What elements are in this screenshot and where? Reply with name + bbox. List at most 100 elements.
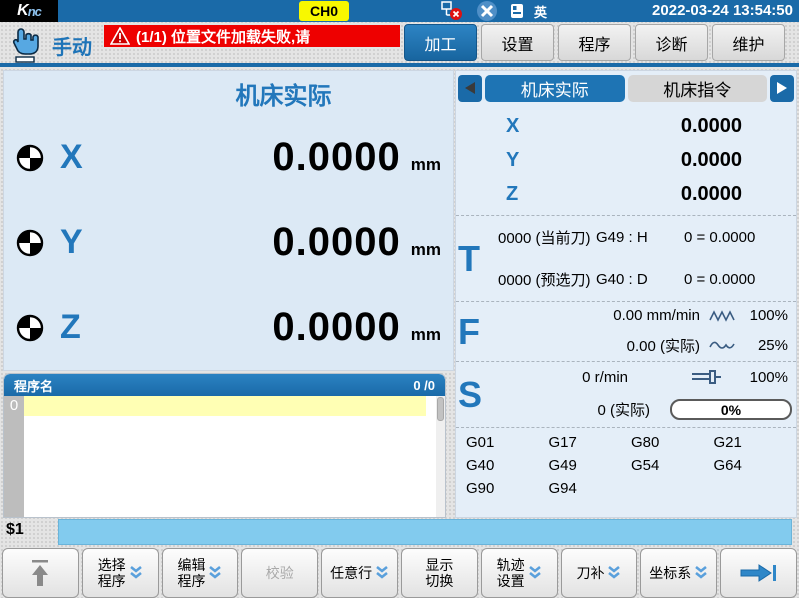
coord-axis-label: Z	[456, 183, 518, 206]
program-panel-title: 程序名	[14, 376, 53, 395]
softkey-label: 校验	[266, 565, 294, 581]
program-line-counter: 0 /0	[413, 378, 435, 393]
rapid-override-wave-icon	[709, 310, 735, 322]
mdi-input-bar[interactable]	[58, 519, 792, 545]
spindle-row-speed: 0 r/min 100%	[484, 369, 796, 386]
softkey-coord-system[interactable]: 坐标系	[640, 548, 717, 598]
axis-row-y: Y 0.0000 mm	[4, 200, 453, 285]
input-method-icon[interactable]	[510, 3, 524, 19]
tab-maintenance[interactable]: 维护	[712, 24, 785, 61]
alert-message: (1/1) 位置文件加载失败,请	[136, 26, 310, 47]
gcode: G80	[631, 434, 714, 457]
scrollbar-thumb[interactable]	[437, 397, 444, 421]
softkey-label: 选择	[98, 557, 126, 573]
softkey-select-program[interactable]: 选择程序	[82, 548, 159, 598]
feed-override-percent: 100%	[744, 307, 796, 324]
spindle-actual-value: 0 (实际)	[484, 399, 670, 420]
line-number-gutter: 0	[4, 396, 24, 517]
modal-gcode-grid: G01 G17 G80 G21 G40 G49 G54 G64 G90 G94	[456, 428, 796, 517]
softkey-return-button[interactable]	[2, 548, 79, 598]
language-indicator[interactable]: 英	[534, 2, 547, 21]
titlebar: Knc CH0 英 2022-03-24 13:54:50	[0, 0, 799, 22]
axis-letter: X	[60, 138, 106, 177]
status-panel: 机床实际 机床指令 X 0.0000 Y 0.0000 Z 0.0000 T 0…	[455, 70, 797, 518]
coord-row-y: Y 0.0000	[456, 149, 796, 172]
program-listing[interactable]: 0	[4, 396, 445, 517]
softkey-next-page[interactable]	[720, 548, 797, 598]
softkey-label: 程序	[177, 573, 205, 589]
feed-row-command: 0.00 mm/min 100%	[484, 307, 796, 324]
axis-value: 0.0000	[272, 305, 400, 350]
main-tabs: 加工 设置 程序 诊断 维护	[404, 24, 785, 61]
axis-value: 0.0000	[272, 220, 400, 265]
gcode: G21	[714, 434, 797, 457]
gcode: G90	[466, 480, 549, 503]
softkey-tool-comp[interactable]: 刀补	[561, 548, 638, 598]
coord-axis-label: Y	[456, 149, 519, 172]
brand-logo-k: K	[17, 2, 28, 20]
softkey-label: 任意行	[330, 565, 372, 581]
tab-program[interactable]: 程序	[558, 24, 631, 61]
warning-icon	[110, 27, 130, 45]
program-scrollbar[interactable]	[436, 396, 445, 517]
datetime: 2022-03-24 13:54:50	[652, 0, 793, 22]
softkey-label: 程序	[98, 573, 126, 589]
triangle-left-icon	[464, 81, 476, 95]
spindle-speed-value: 0 r/min	[484, 369, 670, 386]
coord-tabbar: 机床实际 机床指令	[456, 71, 796, 105]
tool-length-comp-value: 0 = 0.0000	[684, 229, 796, 246]
axis-unit: mm	[411, 240, 441, 260]
softkey-label: 显示	[425, 557, 453, 573]
spindle-icon	[691, 369, 723, 385]
gcode: G54	[631, 457, 714, 480]
tool-section: T 0000 (当前刀) G49 : H 0 = 0.0000 0000 (预选…	[456, 216, 796, 302]
tab-scroll-left-button[interactable]	[458, 75, 482, 102]
return-up-arrow-icon	[29, 558, 51, 588]
coord-axis-label: X	[456, 115, 519, 138]
axis-row-z: Z 0.0000 mm	[4, 285, 453, 370]
softkey-row: 选择程序 编辑程序 校验 任意行 显示切换 轨迹设置 刀补	[0, 548, 799, 598]
coord-axis-value: 0.0000	[681, 115, 796, 138]
program-panel: 程序名 0 /0 0	[3, 373, 446, 518]
preselect-tool-number: 0000 (预选刀)	[484, 269, 596, 290]
tab-machining[interactable]: 加工	[404, 24, 477, 61]
spindle-load-progressbar: 0%	[670, 399, 792, 420]
softkey-track-settings[interactable]: 轨迹设置	[481, 548, 558, 598]
tool-radius-comp-gcode: G40 : D	[596, 271, 684, 288]
double-chevron-down-icon	[694, 565, 708, 581]
alert-bar[interactable]: (1/1) 位置文件加载失败,请	[104, 25, 400, 47]
softkey-arbitrary-line[interactable]: 任意行	[321, 548, 398, 598]
softkey-edit-program[interactable]: 编辑程序	[162, 548, 239, 598]
softkey-label: 轨迹	[497, 557, 525, 573]
brand-logo-nc: nc	[28, 4, 41, 19]
softkey-verify[interactable]: 校验	[241, 548, 318, 598]
tool-radius-comp-value: 0 = 0.0000	[684, 271, 796, 288]
gcode: G94	[549, 480, 632, 503]
spindle-section: S 0 r/min 100% 0 (实际) 0%	[456, 362, 796, 428]
coord-axis-value: 0.0000	[681, 149, 796, 172]
coord-tab-machine-command[interactable]: 机床指令	[628, 75, 768, 102]
manual-mode-hand-icon	[8, 25, 44, 63]
coord-tab-machine-actual[interactable]: 机床实际	[485, 75, 625, 102]
gcode: G64	[714, 457, 797, 480]
softkey-label: 刀补	[576, 565, 604, 581]
modebar: 手动 (1/1) 位置文件加载失败,请 加工 设置 程序 诊断 维护	[0, 22, 799, 67]
current-program-line[interactable]	[24, 396, 426, 416]
double-chevron-down-icon	[208, 565, 222, 581]
feed-actual-value: 0.00 (实际)	[484, 335, 700, 356]
tool-section-label: T	[456, 216, 484, 301]
tab-scroll-right-button[interactable]	[770, 75, 794, 102]
gcode	[631, 480, 714, 503]
mode-label: 手动	[52, 31, 92, 60]
channel-label: $1	[6, 521, 24, 539]
softkey-label: 设置	[497, 573, 525, 589]
sine-wave-icon	[709, 339, 735, 351]
tab-diagnosis[interactable]: 诊断	[635, 24, 708, 61]
close-icon[interactable]	[474, 0, 500, 22]
tool-length-comp-gcode: G49 : H	[596, 229, 684, 246]
tab-settings[interactable]: 设置	[481, 24, 554, 61]
channel-badge: CH0	[299, 1, 349, 21]
softkey-display-switch[interactable]: 显示切换	[401, 548, 478, 598]
coord-row-x: X 0.0000	[456, 115, 796, 138]
double-chevron-down-icon	[129, 565, 143, 581]
